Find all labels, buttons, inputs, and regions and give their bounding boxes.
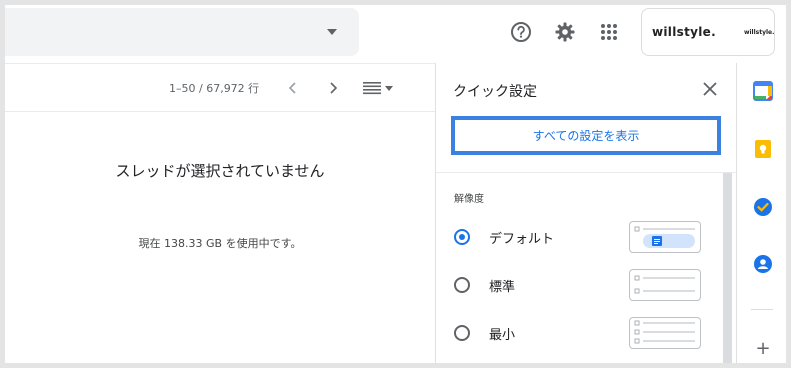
keep-icon[interactable] bbox=[753, 139, 773, 159]
option-label: 最小 bbox=[489, 327, 516, 343]
divider bbox=[751, 309, 773, 310]
calendar-icon[interactable] bbox=[753, 81, 773, 101]
reading-pane: 1–50 / 67,972 行 スレッドが選択されていません 現在 138.33… bbox=[5, 63, 435, 363]
divider bbox=[436, 172, 736, 173]
quick-settings-title: クイック設定 bbox=[453, 84, 537, 100]
gmail-window: willstyle. willstyle. 1–50 / 67,972 行 スレ… bbox=[5, 5, 786, 363]
chevron-left-icon[interactable] bbox=[281, 76, 305, 100]
brand-logo: willstyle. bbox=[652, 25, 716, 39]
pagination-count: 1–50 / 67,972 行 bbox=[169, 82, 260, 95]
contacts-icon[interactable] bbox=[753, 254, 773, 274]
account-avatar: willstyle. bbox=[743, 28, 775, 36]
density-option-compact[interactable]: 最小 bbox=[454, 317, 704, 349]
chevron-down-icon bbox=[385, 85, 393, 91]
option-label: デフォルト bbox=[489, 231, 555, 247]
radio-button[interactable] bbox=[454, 229, 470, 245]
chevron-right-icon[interactable] bbox=[321, 76, 345, 100]
chevron-down-icon[interactable] bbox=[327, 29, 337, 35]
density-option-default[interactable]: デフォルト bbox=[454, 221, 704, 253]
density-preview-default bbox=[629, 221, 701, 253]
close-icon[interactable] bbox=[698, 77, 722, 101]
gear-icon[interactable] bbox=[552, 19, 578, 45]
empty-state-message: スレッドが選択されていません bbox=[115, 162, 325, 180]
top-bar: willstyle. willstyle. bbox=[5, 5, 786, 63]
density-preview-compact bbox=[629, 317, 701, 349]
quick-settings-panel: クイック設定 すべての設定を表示 解像度 デフォルト 標準 最小 bbox=[435, 63, 736, 363]
search-bar[interactable] bbox=[5, 8, 359, 56]
radio-button[interactable] bbox=[454, 277, 470, 293]
density-preview-comfortable bbox=[629, 269, 701, 301]
list-toolbar: 1–50 / 67,972 行 bbox=[5, 64, 435, 112]
density-section-label: 解像度 bbox=[454, 194, 484, 205]
density-list-icon[interactable] bbox=[363, 76, 399, 100]
option-label: 標準 bbox=[489, 279, 516, 295]
see-all-settings-button[interactable]: すべての設定を表示 bbox=[451, 116, 721, 155]
help-icon[interactable] bbox=[508, 19, 534, 45]
account-button[interactable]: willstyle. willstyle. bbox=[641, 8, 775, 56]
storage-usage: 現在 138.33 GB を使用中です。 bbox=[138, 237, 302, 250]
apps-grid-icon[interactable] bbox=[596, 19, 622, 45]
scrollbar[interactable] bbox=[723, 173, 732, 363]
add-icon[interactable]: + bbox=[753, 339, 773, 359]
tasks-icon[interactable] bbox=[753, 197, 773, 217]
radio-button[interactable] bbox=[454, 325, 470, 341]
density-option-comfortable[interactable]: 標準 bbox=[454, 269, 704, 301]
side-panel: + bbox=[736, 63, 786, 363]
